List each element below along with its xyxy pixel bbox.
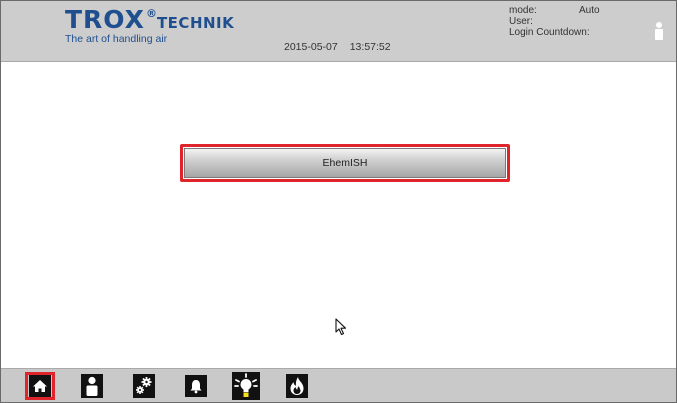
logo-registered: ® xyxy=(145,7,157,20)
area-select-button-face: EhemISH xyxy=(184,148,506,178)
time-text: 13:57:52 xyxy=(349,41,391,53)
mode-row: mode: Auto xyxy=(509,5,600,16)
logo-tagline: The art of handling air xyxy=(65,33,168,45)
person-icon xyxy=(81,374,103,398)
user-label: User: xyxy=(509,16,533,27)
nav-alarm-button[interactable] xyxy=(181,372,211,400)
datetime-display: 2015-05-07 13:57:52 xyxy=(284,41,403,53)
nav-fire-button[interactable] xyxy=(282,372,312,400)
nav-home-button[interactable] xyxy=(25,372,55,400)
mode-value: Auto xyxy=(579,5,600,16)
mouse-pointer-icon xyxy=(335,318,349,336)
area-select-button-label: EhemISH xyxy=(322,157,368,169)
lightbulb-icon xyxy=(232,372,260,400)
app-window: TROX®TECHNIK The art of handling air 201… xyxy=(0,0,677,403)
countdown-label: Login Countdown: xyxy=(509,27,590,38)
logo-technik: TECHNIK xyxy=(156,14,235,32)
flame-icon xyxy=(286,374,308,398)
bottom-nav-bar xyxy=(1,368,676,402)
gears-icon xyxy=(133,374,155,398)
nav-lighting-button[interactable] xyxy=(231,372,261,400)
main-content: EhemISH xyxy=(1,62,676,368)
trox-logo: TROX®TECHNIK The art of handling air xyxy=(65,7,234,45)
status-panel: mode: Auto User: Login Countdown: xyxy=(509,5,600,38)
nav-settings-button[interactable] xyxy=(129,372,159,400)
logo-wordmark: TROX®TECHNIK xyxy=(65,7,234,32)
login-person-icon[interactable] xyxy=(654,21,664,41)
countdown-row: Login Countdown: xyxy=(509,27,600,38)
header-bar: TROX®TECHNIK The art of handling air 201… xyxy=(1,1,676,62)
logo-trox: TROX xyxy=(65,5,145,34)
bell-icon xyxy=(185,375,207,397)
date-text: 2015-05-07 xyxy=(284,41,338,53)
user-row: User: xyxy=(509,16,600,27)
nav-user-button[interactable] xyxy=(77,372,107,400)
mode-label: mode: xyxy=(509,5,537,16)
area-select-button[interactable]: EhemISH xyxy=(180,144,510,182)
home-icon xyxy=(29,375,51,397)
